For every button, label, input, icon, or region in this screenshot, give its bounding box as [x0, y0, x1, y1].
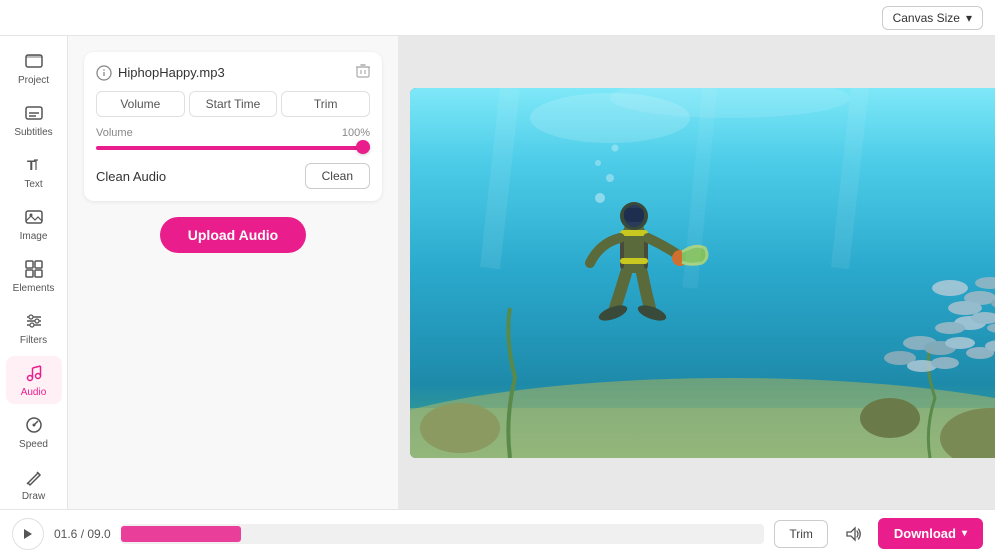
sidebar-item-draw[interactable]: Draw — [6, 460, 62, 508]
sidebar-item-elements[interactable]: Elements — [6, 252, 62, 300]
sidebar-item-subtitles[interactable]: Subtitles — [6, 96, 62, 144]
chevron-down-icon: ▾ — [966, 11, 972, 25]
audio-file-row: HiphopHappy.mp3 — [96, 64, 370, 81]
text-icon: T — [23, 154, 45, 176]
clean-button[interactable]: Clean — [305, 163, 370, 189]
subtitles-icon — [23, 102, 45, 124]
bottom-bar: 01.6 / 09.0 Trim Download ▾ — [0, 509, 995, 557]
draw-icon — [23, 466, 45, 488]
timeline-segment — [121, 526, 241, 542]
tab-trim[interactable]: Trim — [281, 91, 370, 117]
sidebar-item-label-speed: Speed — [19, 439, 48, 450]
underwater-scene — [410, 88, 995, 458]
trim-button[interactable]: Trim — [774, 520, 828, 548]
sidebar-item-label-project: Project — [18, 75, 49, 86]
sidebar-item-label-filters: Filters — [20, 335, 47, 346]
sidebar-item-label-draw: Draw — [22, 491, 45, 502]
sidebar-item-filters[interactable]: Filters — [6, 304, 62, 352]
svg-text:T: T — [27, 157, 36, 173]
sidebar-item-audio[interactable]: Audio — [6, 356, 62, 404]
download-label: Download — [894, 526, 956, 541]
canvas-area — [398, 36, 995, 509]
time-display: 01.6 / 09.0 — [54, 527, 111, 541]
sidebar-item-label-subtitles: Subtitles — [14, 127, 52, 138]
download-button[interactable]: Download ▾ — [878, 518, 983, 549]
audio-panel: HiphopHappy.mp3 Volume Start Time Trim — [68, 36, 398, 509]
sidebar-item-label-elements: Elements — [13, 283, 55, 294]
sidebar-item-label-audio: Audio — [21, 387, 47, 398]
volume-row: Volume 100% — [96, 127, 370, 139]
play-button[interactable] — [12, 518, 44, 550]
sidebar: Project Subtitles T Text — [0, 36, 68, 509]
clean-audio-label: Clean Audio — [96, 169, 166, 184]
elements-icon — [23, 258, 45, 280]
current-time: 01.6 — [54, 527, 77, 541]
image-icon — [23, 206, 45, 228]
sidebar-item-speed[interactable]: Speed — [6, 408, 62, 456]
audio-file-info: HiphopHappy.mp3 — [96, 65, 225, 81]
volume-icon-button[interactable] — [838, 519, 868, 549]
sidebar-item-image[interactable]: Image — [6, 200, 62, 248]
sidebar-item-label-image: Image — [20, 231, 48, 242]
tab-volume[interactable]: Volume — [96, 91, 185, 117]
main-content: Project Subtitles T Text — [0, 36, 995, 509]
volume-label: Volume — [96, 127, 133, 139]
audio-tabs: Volume Start Time Trim — [96, 91, 370, 117]
tab-start-time[interactable]: Start Time — [189, 91, 278, 117]
delete-icon[interactable] — [356, 64, 370, 81]
sidebar-item-project[interactable]: Project — [6, 44, 62, 92]
canvas-size-button[interactable]: Canvas Size ▾ — [882, 6, 983, 30]
project-icon — [23, 50, 45, 72]
slider-thumb[interactable] — [356, 140, 370, 154]
upload-audio-button[interactable]: Upload Audio — [160, 217, 306, 253]
info-icon — [96, 65, 112, 81]
timeline-track[interactable] — [121, 524, 765, 544]
slider-track — [96, 146, 370, 150]
volume-value: 100% — [342, 127, 370, 139]
sidebar-item-label-text: Text — [24, 179, 42, 190]
filters-icon — [23, 310, 45, 332]
sidebar-item-text[interactable]: T Text — [6, 148, 62, 196]
video-preview — [410, 88, 995, 458]
audio-icon — [23, 362, 45, 384]
clean-audio-row: Clean Audio Clean — [96, 163, 370, 189]
audio-card: HiphopHappy.mp3 Volume Start Time Trim — [84, 52, 382, 201]
download-chevron-icon: ▾ — [962, 528, 967, 539]
audio-filename: HiphopHappy.mp3 — [118, 65, 225, 80]
canvas-size-label: Canvas Size — [893, 11, 960, 25]
top-bar: Canvas Size ▾ — [0, 0, 995, 36]
volume-slider[interactable] — [96, 145, 370, 151]
speed-icon — [23, 414, 45, 436]
total-time: 09.0 — [87, 527, 110, 541]
